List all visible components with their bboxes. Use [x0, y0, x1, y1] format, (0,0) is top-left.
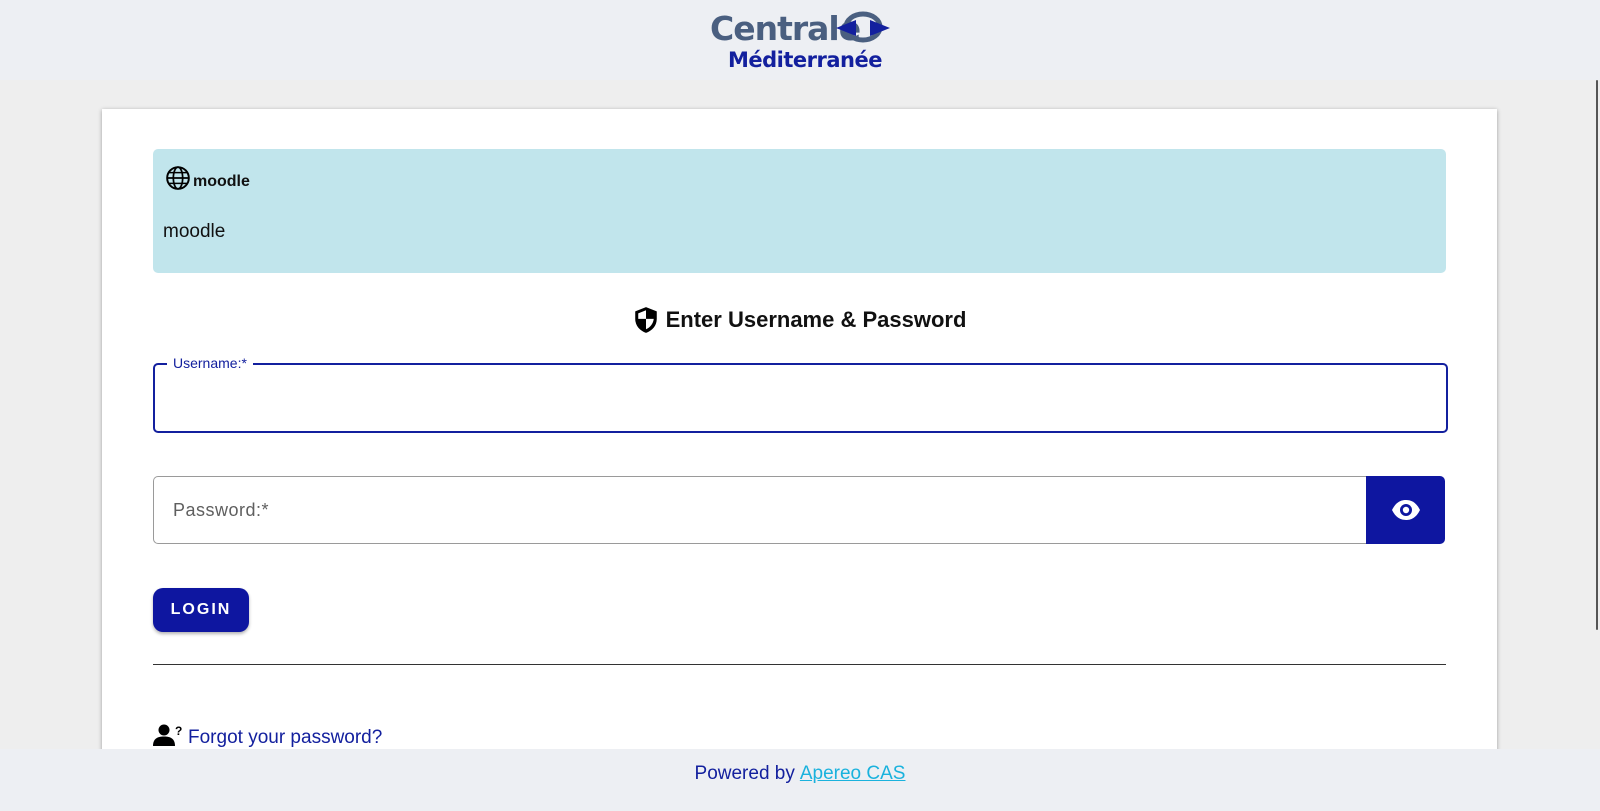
service-info-box: moodle moodle [153, 149, 1446, 273]
divider [153, 664, 1446, 665]
page-scrollbar[interactable] [1596, 80, 1598, 630]
password-input[interactable] [154, 477, 1367, 543]
svg-text:?: ? [175, 724, 182, 738]
login-title: Enter Username & Password [665, 307, 967, 332]
login-card: moodle moodle Enter Username & Password … [102, 109, 1497, 789]
centrale-mediterranee-logo[interactable]: Centrale Méditerranée [710, 10, 890, 72]
service-description: moodle [163, 221, 226, 242]
username-field: Username:* [153, 355, 1448, 433]
footer-prefix: Powered by [694, 763, 795, 784]
footer: Powered by Apereo CAS [0, 749, 1600, 811]
eye-icon [1391, 500, 1420, 520]
password-box [153, 476, 1367, 544]
service-header: moodle [165, 165, 250, 191]
logo-mark-icon [836, 11, 890, 43]
username-input[interactable] [155, 365, 1446, 431]
logo-text-line2: Méditerranée [728, 48, 882, 72]
forgot-password-row: ? Forgot your password? [153, 724, 382, 748]
user-question-icon: ? [153, 724, 182, 746]
password-field [153, 476, 1445, 544]
login-button[interactable]: LOGIN [153, 588, 249, 632]
top-header: Centrale Méditerranée [0, 0, 1600, 80]
globe-icon [166, 166, 190, 190]
login-heading: Enter Username & Password [102, 306, 1497, 334]
forgot-password-link[interactable]: Forgot your password? [188, 728, 382, 748]
toggle-password-button[interactable] [1366, 476, 1445, 544]
apereo-cas-link[interactable]: Apereo CAS [800, 763, 906, 785]
service-title: moodle [193, 173, 250, 190]
shield-icon [634, 307, 657, 333]
